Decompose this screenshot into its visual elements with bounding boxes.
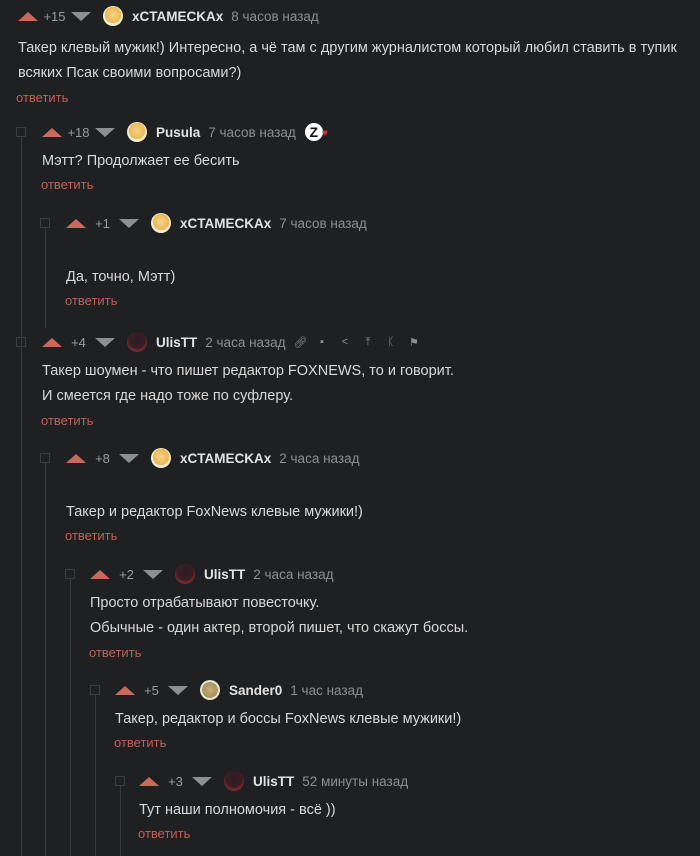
share-icon[interactable]: < bbox=[339, 336, 350, 348]
comment-text: Такер, редактор и боссы FoxNews клевые м… bbox=[115, 711, 462, 727]
downvote-arrow-icon[interactable] bbox=[71, 11, 91, 21]
upvote-arrow-icon[interactable] bbox=[115, 685, 135, 695]
author-name[interactable]: xCTAMECKAx bbox=[180, 216, 271, 231]
branch-icon[interactable]: ᛕ bbox=[385, 336, 396, 348]
upvote-arrow-icon[interactable] bbox=[66, 218, 86, 228]
comment-tools: 🔗︎ ▪ < ⤒ ᛕ ⚑ bbox=[293, 336, 419, 349]
save-icon[interactable]: ▪ bbox=[316, 336, 327, 348]
downvote-arrow-icon[interactable] bbox=[119, 218, 139, 228]
comment: +8 xCTAMECKAx 2 часа назад Такер и редак… bbox=[0, 446, 700, 543]
comment-text: Такер шоумен - что пишет редактор FOXNEW… bbox=[42, 363, 454, 404]
downvote-arrow-icon[interactable] bbox=[143, 569, 163, 579]
avatar[interactable] bbox=[127, 122, 147, 142]
rating: +4 bbox=[71, 334, 86, 350]
comment: +5 Sander0 1 час назад Такер, редактор и… bbox=[0, 678, 700, 750]
author-name[interactable]: UlisTT bbox=[204, 567, 245, 582]
upvote-arrow-icon[interactable] bbox=[66, 453, 86, 463]
rating: +3 bbox=[168, 773, 183, 789]
comment-text: Мэтт? Продолжает ее бесить bbox=[42, 153, 240, 169]
comment: +4 UlisTT 2 часа назад 🔗︎ ▪ < ⤒ ᛕ ⚑ Таке… bbox=[0, 330, 700, 428]
reply-link[interactable]: ответить bbox=[0, 293, 700, 308]
comment-text: Такер и редактор FoxNews клевые мужики!) bbox=[66, 504, 363, 520]
timestamp[interactable]: 8 часов назад bbox=[231, 9, 319, 24]
upvote-arrow-icon[interactable] bbox=[139, 776, 159, 786]
downvote-arrow-icon[interactable] bbox=[168, 685, 188, 695]
timestamp[interactable]: 52 минуты назад bbox=[302, 774, 408, 789]
comment: +3 UlisTT 52 минуты назад Тут наши полно… bbox=[0, 769, 700, 841]
timestamp[interactable]: 2 часа назад bbox=[253, 567, 333, 582]
reply-link[interactable]: ответить bbox=[0, 90, 700, 105]
rating: +5 bbox=[144, 682, 159, 698]
avatar[interactable] bbox=[151, 213, 171, 233]
upvote-arrow-icon[interactable] bbox=[42, 337, 62, 347]
comment: +1 xCTAMECKAx 7 часов назад Да, точно, М… bbox=[0, 211, 700, 308]
to-top-icon[interactable]: ⤒ bbox=[362, 336, 373, 349]
author-name[interactable]: UlisTT bbox=[253, 774, 294, 789]
rating: +8 bbox=[95, 450, 110, 466]
author-name[interactable]: xCTAMECKAx bbox=[132, 9, 223, 24]
avatar[interactable] bbox=[175, 564, 195, 584]
reply-link[interactable]: ответить bbox=[0, 413, 700, 428]
link-icon[interactable]: 🔗︎ bbox=[293, 336, 307, 349]
reply-link[interactable]: ответить bbox=[0, 826, 700, 841]
upvote-arrow-icon[interactable] bbox=[18, 11, 38, 21]
avatar[interactable] bbox=[103, 6, 123, 26]
author-name[interactable]: Sander0 bbox=[229, 683, 282, 698]
downvote-arrow-icon[interactable] bbox=[192, 776, 212, 786]
comment: +2 UlisTT 2 часа назад Просто отрабатыва… bbox=[0, 562, 700, 660]
comment-text: Да, точно, Мэтт) bbox=[66, 269, 176, 285]
avatar[interactable] bbox=[127, 332, 147, 352]
timestamp[interactable]: 2 часа назад bbox=[279, 451, 359, 466]
downvote-arrow-icon[interactable] bbox=[119, 453, 139, 463]
avatar[interactable] bbox=[151, 448, 171, 468]
z-badge-icon: Z ♥ bbox=[304, 123, 328, 141]
comment-text: Тут наши полномочия - всё )) bbox=[139, 802, 336, 818]
avatar[interactable] bbox=[200, 680, 220, 700]
rating: +15 bbox=[43, 8, 66, 24]
downvote-arrow-icon[interactable] bbox=[95, 337, 115, 347]
upvote-arrow-icon[interactable] bbox=[42, 127, 62, 137]
heart-icon: ♥ bbox=[321, 128, 328, 139]
timestamp[interactable]: 7 часов назад bbox=[279, 216, 367, 231]
avatar[interactable] bbox=[224, 771, 244, 791]
upvote-arrow-icon[interactable] bbox=[90, 569, 110, 579]
timestamp[interactable]: 7 часов назад bbox=[208, 125, 296, 140]
reply-link[interactable]: ответить bbox=[0, 177, 700, 192]
reply-link[interactable]: ответить bbox=[0, 735, 700, 750]
rating: +18 bbox=[67, 124, 90, 140]
rating: +1 bbox=[95, 215, 110, 231]
comment-text: Просто отрабатывают повесточку. Обычные … bbox=[90, 595, 469, 636]
downvote-arrow-icon[interactable] bbox=[95, 127, 115, 137]
comment: +18 Pusula 7 часов назад Z ♥ Мэтт? Продол… bbox=[0, 120, 700, 192]
author-name[interactable]: Pusula bbox=[156, 125, 200, 140]
timestamp[interactable]: 1 час назад bbox=[290, 683, 363, 698]
reply-link[interactable]: ответить bbox=[0, 528, 700, 543]
rating: +2 bbox=[119, 566, 134, 582]
reply-link[interactable]: ответить bbox=[0, 645, 700, 660]
author-name[interactable]: xCTAMECKAx bbox=[180, 451, 271, 466]
timestamp[interactable]: 2 часа назад bbox=[205, 335, 285, 350]
flag-icon[interactable]: ⚑ bbox=[408, 336, 419, 349]
author-name[interactable]: UlisTT bbox=[156, 335, 197, 350]
comment: +15 xCTAMECKAx 8 часов назад Такер клевы… bbox=[0, 4, 700, 105]
comment-text: Такер клевый мужик!) Интересно, а чё там… bbox=[18, 40, 677, 81]
